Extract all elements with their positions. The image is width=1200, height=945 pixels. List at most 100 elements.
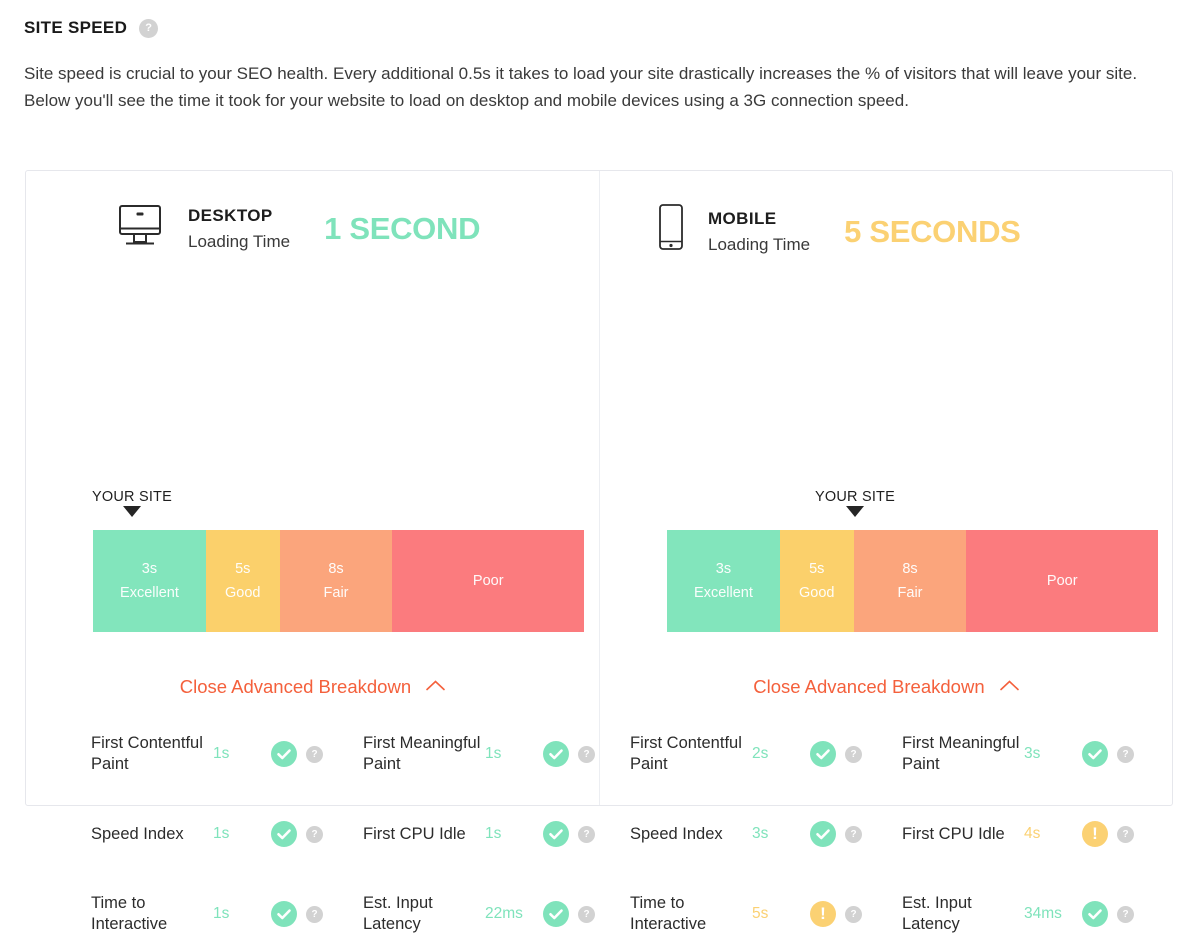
mobile-your-site-marker: YOUR SITE (815, 489, 895, 517)
desktop-metrics-grid: First Contentful Paint 1s ? First Meanin… (26, 723, 599, 945)
metric-value: 1s (485, 825, 502, 842)
metric-value: 22ms (485, 905, 523, 922)
desktop-breakdown-toggle[interactable]: Close Advanced Breakdown (26, 676, 599, 698)
help-icon[interactable]: ? (1117, 905, 1134, 923)
scale-segment-fair: 8s Fair (853, 530, 967, 632)
metric-row: Time to Interactive 1s ? (91, 883, 363, 945)
metric-label: First Meaningful Paint (902, 734, 1020, 773)
site-speed-panel: DESKTOP Loading Time 1 SECOND YOUR SITE … (25, 170, 1173, 933)
status-check-icon (271, 741, 297, 767)
segment-time: 8s (328, 561, 344, 577)
desktop-labels: DESKTOP Loading Time (188, 205, 290, 252)
scale-segment-fair: 8s Fair (279, 530, 393, 632)
segment-name: Good (799, 585, 835, 601)
mobile-phone-icon (652, 203, 686, 260)
metric-label: First Meaningful Paint (363, 734, 481, 773)
help-icon[interactable]: ? (306, 825, 323, 843)
down-caret-icon (845, 506, 864, 517)
help-icon[interactable]: ? (845, 905, 862, 923)
help-icon[interactable]: ? (845, 825, 862, 843)
mobile-column: MOBILE Loading Time 5 SECONDS YOUR SITE … (599, 171, 1172, 933)
desktop-monitor-icon (114, 203, 166, 254)
scale-segment-good: 5s Good (205, 530, 280, 632)
segment-name: Poor (1046, 573, 1078, 589)
metric-label: Est. Input Latency (363, 894, 433, 933)
metric-value: 1s (485, 745, 502, 762)
metric-row: First Meaningful Paint 3s ? (902, 723, 1152, 785)
metric-label: Speed Index (630, 824, 723, 843)
help-icon[interactable]: ? (306, 745, 323, 763)
metric-value: 5s (752, 905, 769, 922)
mobile-breakdown-toggle[interactable]: Close Advanced Breakdown (600, 676, 1172, 698)
metric-value: 3s (752, 825, 769, 842)
metric-label: Time to Interactive (91, 894, 168, 933)
segment-time: 3s (141, 561, 158, 577)
metric-row: Time to Interactive 5s ! ? (630, 883, 902, 945)
help-icon[interactable]: ? (1117, 745, 1134, 763)
chevron-up-icon (999, 678, 1019, 695)
scale-segment-excellent: 3s Excellent (93, 530, 206, 632)
status-check-icon (271, 821, 297, 847)
status-check-icon (810, 741, 836, 767)
help-icon[interactable]: ? (578, 905, 595, 923)
page-header: SITE SPEED ? (24, 18, 159, 38)
metric-label: Speed Index (91, 824, 184, 843)
metric-value: 1s (213, 745, 230, 762)
status-warning-icon: ! (1082, 821, 1108, 847)
segment-time: 8s (902, 561, 918, 577)
down-caret-icon (122, 506, 141, 517)
desktop-marker-label: YOUR SITE (92, 489, 172, 505)
metric-row: First Meaningful Paint 1s ? (363, 723, 595, 785)
metric-row: First CPU Idle 4s ! ? (902, 803, 1152, 865)
metric-row: First Contentful Paint 1s ? (91, 723, 363, 785)
metric-row: Est. Input Latency 34ms ? (902, 883, 1152, 945)
help-icon[interactable]: ? (139, 18, 159, 38)
segment-time: 5s (809, 561, 825, 577)
status-warning-icon: ! (810, 901, 836, 927)
desktop-breakdown-toggle-label: Close Advanced Breakdown (179, 676, 412, 697)
desktop-your-site-marker: YOUR SITE (92, 489, 172, 517)
help-icon[interactable]: ? (1117, 825, 1134, 843)
segment-name: Good (225, 585, 261, 601)
help-icon[interactable]: ? (578, 745, 595, 763)
chevron-up-icon (426, 678, 446, 695)
status-check-icon (1082, 901, 1108, 927)
help-icon[interactable]: ? (578, 825, 595, 843)
scale-segment-excellent: 3s Excellent (667, 530, 780, 632)
desktop-column: DESKTOP Loading Time 1 SECOND YOUR SITE … (26, 171, 599, 933)
metric-row: Est. Input Latency 22ms ? (363, 883, 595, 945)
metric-label: First Contentful Paint (630, 734, 742, 773)
help-icon[interactable]: ? (306, 905, 323, 923)
status-check-icon (1082, 741, 1108, 767)
status-check-icon (810, 821, 836, 847)
segment-name: Fair (323, 585, 349, 601)
mobile-marker-label: YOUR SITE (815, 489, 895, 505)
scale-segment-poor: Poor (392, 530, 584, 632)
help-icon[interactable]: ? (845, 745, 862, 763)
segment-time: 3s (715, 561, 732, 577)
status-check-icon (271, 901, 297, 927)
metric-value: 2s (752, 745, 769, 762)
desktop-speed-scale: 3s Excellent 5s Good 8s Fair Poor (93, 530, 584, 632)
metric-row: First Contentful Paint 2s ? (630, 723, 902, 785)
desktop-header-row: DESKTOP Loading Time 1 SECOND (26, 171, 599, 254)
intro-paragraph: Site speed is crucial to your SEO health… (24, 64, 1138, 110)
status-check-icon (543, 741, 569, 767)
metric-label: First CPU Idle (902, 824, 1005, 843)
mobile-breakdown-toggle-label: Close Advanced Breakdown (753, 676, 985, 697)
mobile-header-row: MOBILE Loading Time 5 SECONDS (600, 171, 1172, 260)
segment-name: Fair (897, 585, 923, 601)
exclamation-glyph: ! (1092, 824, 1098, 843)
metric-label: First CPU Idle (363, 824, 466, 843)
metric-value: 4s (1024, 825, 1041, 842)
desktop-device-name: DESKTOP (188, 206, 273, 226)
desktop-device-sublabel: Loading Time (188, 231, 291, 251)
metric-label: Time to Interactive (630, 894, 707, 933)
desktop-score: 1 SECOND (324, 210, 481, 246)
scale-segment-poor: Poor (966, 530, 1158, 632)
segment-name: Poor (472, 573, 504, 589)
exclamation-glyph: ! (820, 904, 826, 923)
scale-segment-good: 5s Good (779, 530, 854, 632)
mobile-metrics-grid: First Contentful Paint 2s ? First Meanin… (600, 723, 1172, 945)
metric-label: First Contentful Paint (91, 734, 203, 773)
